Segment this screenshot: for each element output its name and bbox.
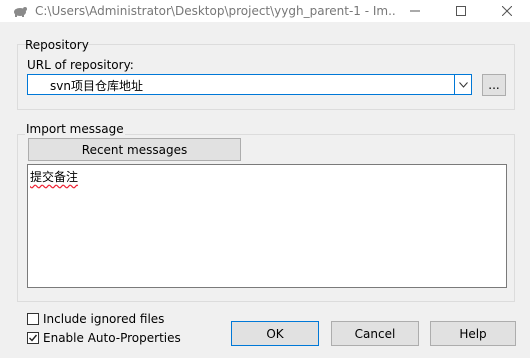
repository-url-value[interactable]: svn项目仓库地址 xyxy=(50,77,143,94)
import-message-textarea[interactable]: 提交备注 xyxy=(27,164,507,288)
auto-properties-label[interactable]: Enable Auto-Properties xyxy=(43,331,181,345)
checkmark-icon xyxy=(29,334,38,342)
auto-properties-checkbox[interactable] xyxy=(27,332,39,344)
maximize-icon xyxy=(456,6,466,16)
help-button[interactable]: Help xyxy=(430,321,516,346)
repository-url-combobox[interactable]: svn项目仓库地址 xyxy=(27,74,472,95)
import-message-group-label: Import message xyxy=(25,122,125,136)
recent-messages-button[interactable]: Recent messages xyxy=(28,138,241,161)
browse-repository-button[interactable]: ... xyxy=(482,74,506,96)
include-ignored-option[interactable]: Include ignored files xyxy=(27,312,164,326)
import-message-text[interactable]: 提交备注 xyxy=(30,168,78,185)
include-ignored-label[interactable]: Include ignored files xyxy=(43,312,164,326)
url-label: URL of repository: xyxy=(27,58,134,72)
maximize-button[interactable] xyxy=(438,0,484,22)
close-icon xyxy=(502,6,512,16)
url-dropdown-toggle[interactable] xyxy=(454,75,471,94)
title-bar: C:\Users\Administrator\Desktop\project\y… xyxy=(0,0,530,22)
minimize-icon xyxy=(410,10,420,12)
cancel-button[interactable]: Cancel xyxy=(331,321,419,346)
include-ignored-checkbox[interactable] xyxy=(27,313,39,325)
tortoise-app-icon xyxy=(12,4,28,18)
minimize-button[interactable] xyxy=(392,0,438,22)
repository-group-label: Repository xyxy=(25,38,89,52)
close-button[interactable] xyxy=(484,0,530,22)
chevron-down-icon xyxy=(458,81,468,88)
auto-properties-option[interactable]: Enable Auto-Properties xyxy=(27,331,181,345)
ok-button[interactable]: OK xyxy=(231,321,319,346)
window-title: C:\Users\Administrator\Desktop\project\y… xyxy=(35,4,395,18)
